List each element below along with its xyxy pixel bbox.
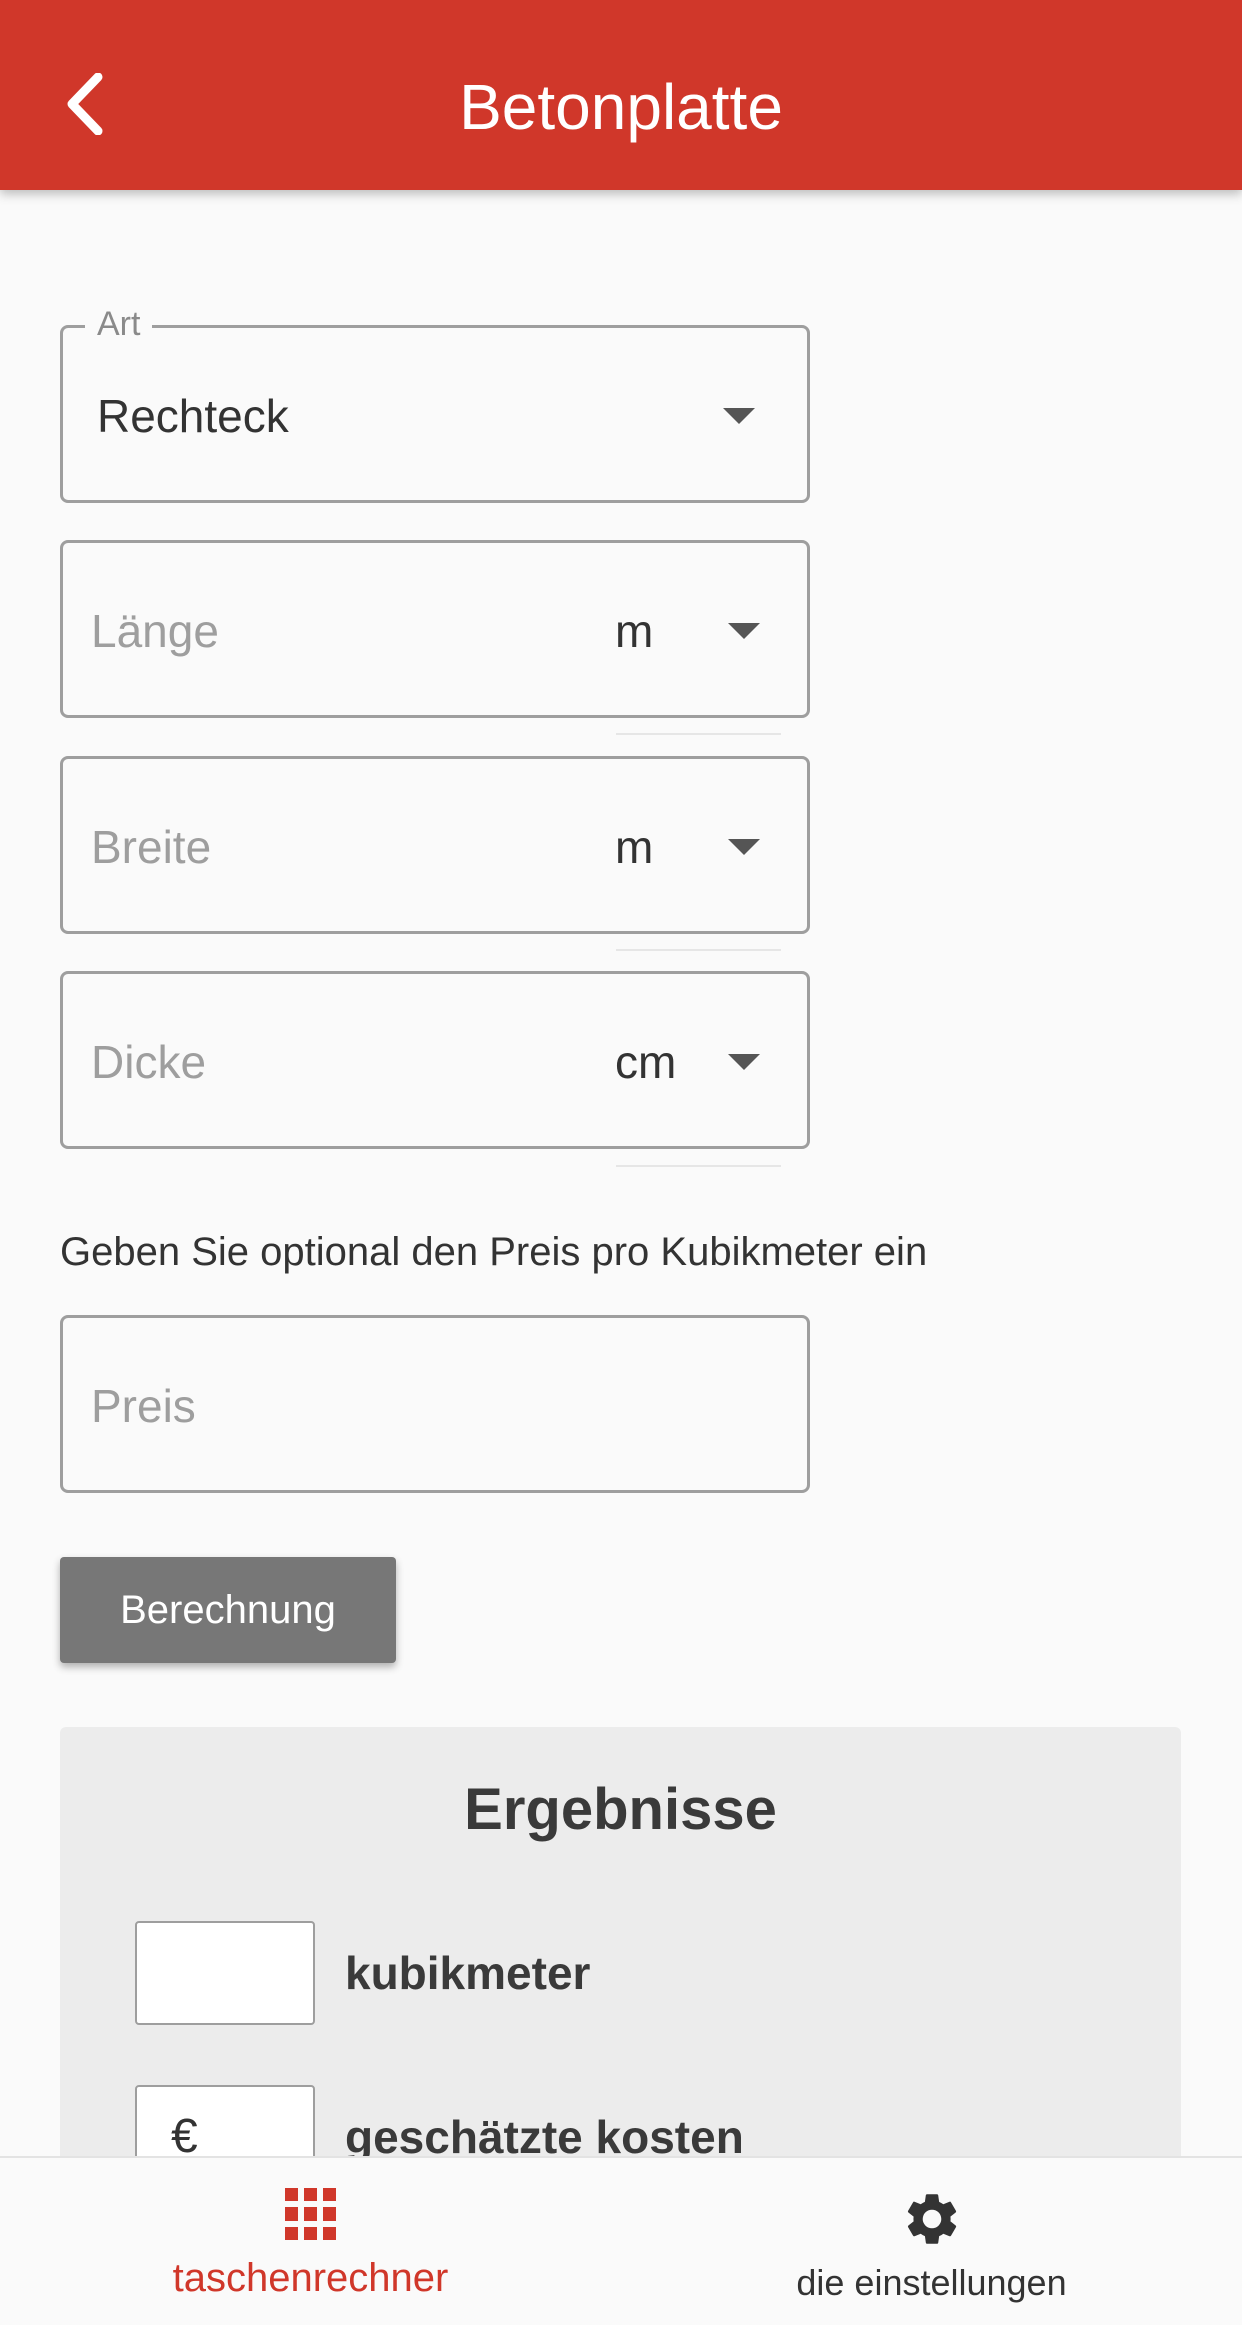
page-title: Betonplatte bbox=[459, 71, 783, 143]
type-select[interactable]: Art Rechteck bbox=[60, 302, 810, 503]
unit-underline bbox=[616, 949, 781, 951]
nav-item-label: die einstellungen bbox=[796, 2262, 1067, 2303]
nav-item-calculator[interactable]: taschenrechner bbox=[0, 2158, 621, 2325]
results-title: Ergebnisse bbox=[464, 1777, 777, 1842]
width-input[interactable]: Breite bbox=[91, 817, 211, 877]
thickness-unit-select[interactable]: cm bbox=[615, 1032, 676, 1092]
calculator-grid-icon bbox=[284, 2188, 337, 2240]
results-panel: Ergebnisse kubikmeter € geschätzte koste… bbox=[60, 1727, 1181, 2189]
volume-result-box bbox=[135, 1921, 315, 2025]
caret-down-icon bbox=[723, 408, 755, 424]
length-field: Länge m bbox=[60, 540, 810, 718]
type-select-value: Rechteck bbox=[97, 390, 289, 442]
caret-down-icon[interactable] bbox=[728, 1054, 760, 1070]
thickness-input[interactable]: Dicke bbox=[91, 1032, 206, 1092]
thickness-field: Dicke cm bbox=[60, 971, 810, 1149]
gear-icon bbox=[901, 2188, 963, 2255]
volume-result-label: kubikmeter bbox=[345, 1947, 591, 1999]
app-bar: Betonplatte bbox=[0, 0, 1242, 190]
unit-underline bbox=[616, 733, 781, 735]
calculate-button[interactable]: Berechnung bbox=[60, 1557, 396, 1663]
width-unit-select[interactable]: m bbox=[615, 817, 653, 877]
type-select-legend: Art bbox=[85, 302, 153, 346]
caret-down-icon[interactable] bbox=[728, 623, 760, 639]
price-field[interactable]: Preis bbox=[60, 1315, 810, 1493]
price-hint: Geben Sie optional den Preis pro Kubikme… bbox=[60, 1230, 928, 1274]
length-input[interactable]: Länge bbox=[91, 601, 219, 661]
nav-item-label: taschenrechner bbox=[172, 2256, 449, 2300]
unit-underline bbox=[616, 1165, 781, 1167]
caret-down-icon[interactable] bbox=[728, 839, 760, 855]
length-unit-select[interactable]: m bbox=[615, 601, 653, 661]
width-field: Breite m bbox=[60, 756, 810, 934]
price-input[interactable]: Preis bbox=[91, 1376, 196, 1436]
nav-item-settings[interactable]: die einstellungen bbox=[621, 2158, 1242, 2325]
bottom-navigation: taschenrechner die einstellungen bbox=[0, 2156, 1242, 2325]
